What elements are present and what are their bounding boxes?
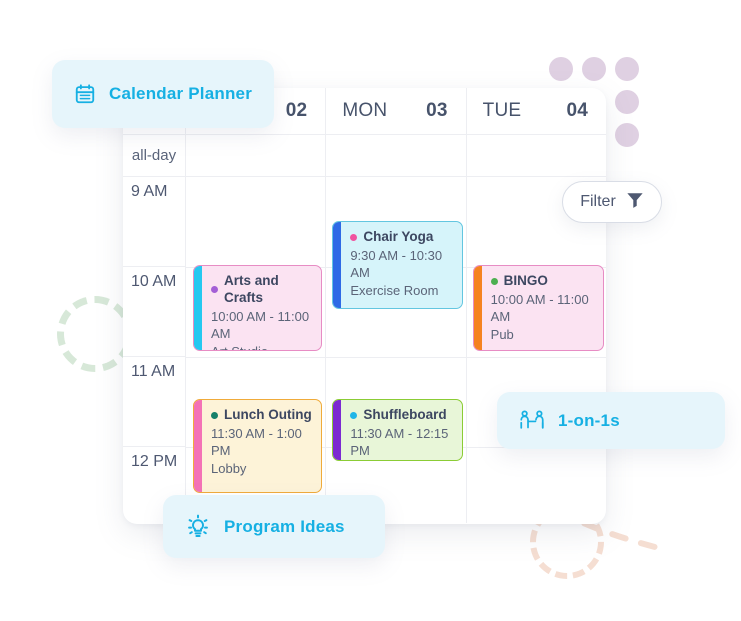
filter-label: Filter [580,193,616,210]
time-gutter: 9 AM 10 AM 11 AM 12 PM [123,177,186,523]
event-title: Shuffleboard [363,407,447,422]
decorative-dot [582,57,606,81]
event-time: 11:30 AM - 1:00 PM [211,425,302,458]
event-body: Shuffleboard 11:30 AM - 12:15 PM [341,400,463,460]
calendar-event[interactable]: Arts and Crafts 10:00 AM - 11:00 AM Art … [193,265,322,351]
calendar-event[interactable]: Shuffleboard 11:30 AM - 12:15 PM [332,399,464,461]
all-day-cell[interactable] [467,135,606,176]
chip-one-on-ones[interactable]: 1-on-1s [497,392,725,449]
event-time: 10:00 AM - 11:00 AM [490,291,589,324]
event-body: Lunch Outing 11:30 AM - 1:00 PM Lobby [202,400,321,492]
event-color-bar [333,222,342,308]
decorative-dashed-circle-green [57,296,133,372]
screenshot-root: 02 MON 03 TUE 04 all-day 9 AM 10 AM 11 A… [0,0,741,621]
hour-gridline [326,357,466,358]
day-column-header[interactable]: MON 03 [326,88,467,134]
time-label: 12 PM [131,453,178,470]
chip-label: Calendar Planner [109,84,253,103]
event-status-dot [350,233,358,241]
calendar-event[interactable]: Chair Yoga 9:30 AM - 10:30 AM Exercise R… [332,221,464,309]
event-title: Arts and Crafts [224,273,279,305]
calendar-card: 02 MON 03 TUE 04 all-day 9 AM 10 AM 11 A… [123,88,606,524]
event-title-row: Chair Yoga [350,229,454,246]
day-column-header[interactable]: TUE 04 [467,88,606,134]
event-status-dot [490,277,498,285]
event-body: BINGO 10:00 AM - 11:00 AM Pub [481,266,603,350]
event-color-bar [194,266,202,350]
day-of-week-label: MON [342,100,388,121]
chip-program-ideas[interactable]: Program Ideas [163,495,385,558]
event-body: Arts and Crafts 10:00 AM - 11:00 AM Art … [202,266,321,350]
lightbulb-idea-icon [185,514,211,540]
calendar-event[interactable]: BINGO 10:00 AM - 11:00 AM Pub [472,265,604,351]
decorative-dot [549,57,573,81]
event-location: Lobby [211,460,247,476]
day-number-label: 03 [426,100,448,121]
hour-gridline [466,357,606,358]
time-slot: 11 AM [123,357,185,447]
chip-label: Program Ideas [224,516,345,536]
event-title: Chair Yoga [363,229,434,244]
decorative-dot [615,90,639,114]
time-slot: 9 AM [123,177,185,267]
day-of-week-label: TUE [482,100,522,121]
calendar-event[interactable]: Lunch Outing 11:30 AM - 1:00 PM Lobby [193,399,322,493]
event-time: 9:30 AM - 10:30 AM [350,247,443,280]
event-status-dot [211,286,218,294]
decorative-dot [615,57,639,81]
chip-label: 1-on-1s [558,410,620,430]
event-body: Chair Yoga 9:30 AM - 10:30 AM Exercise R… [341,222,463,308]
day-number-label: 04 [566,100,588,121]
event-status-dot [211,411,218,419]
event-time: 11:30 AM - 12:15 PM [350,425,449,458]
all-day-cell[interactable] [326,135,467,176]
time-slot: 10 AM [123,267,185,357]
event-title-row: BINGO [490,273,595,290]
event-title-row: Lunch Outing [211,407,313,424]
all-day-label: all-day [123,135,186,176]
event-location: Exercise Room [350,282,439,298]
event-color-bar [194,400,202,492]
event-status-dot [350,411,358,419]
time-label: 9 AM [131,183,168,200]
all-day-cell[interactable] [186,135,327,176]
all-day-row: all-day [123,135,606,177]
calendar-grid: 02 MON 03 TUE 04 all-day 9 AM 10 AM 11 A… [123,88,606,524]
event-time: 10:00 AM - 11:00 AM [211,308,310,341]
event-color-bar [333,400,342,460]
event-title: Lunch Outing [224,407,312,422]
event-title-row: Shuffleboard [350,407,454,424]
hour-gridline [186,357,326,358]
event-title-row: Arts and Crafts [211,273,313,307]
time-label: 11 AM [131,363,176,380]
calendar-body: 9 AM 10 AM 11 AM 12 PM Arts and Crafts 1… [123,177,606,523]
filter-funnel-icon [626,191,644,214]
time-label: 10 AM [131,273,177,290]
calendar-icon [74,83,96,105]
filter-button[interactable]: Filter [562,181,662,223]
day-column[interactable]: Arts and Crafts 10:00 AM - 11:00 AM Art … [186,177,327,523]
chip-calendar-planner[interactable]: Calendar Planner [52,60,274,128]
decorative-dot [615,123,639,147]
day-column[interactable]: Chair Yoga 9:30 AM - 10:30 AM Exercise R… [326,177,467,523]
day-column[interactable]: BINGO 10:00 AM - 11:00 AM Pub [466,177,606,523]
day-number-label: 02 [285,100,308,121]
event-title: BINGO [503,273,548,288]
two-people-icon [519,409,545,433]
event-location: Art Studio [211,344,313,350]
event-color-bar [473,266,482,350]
event-location: Pub [490,326,514,342]
